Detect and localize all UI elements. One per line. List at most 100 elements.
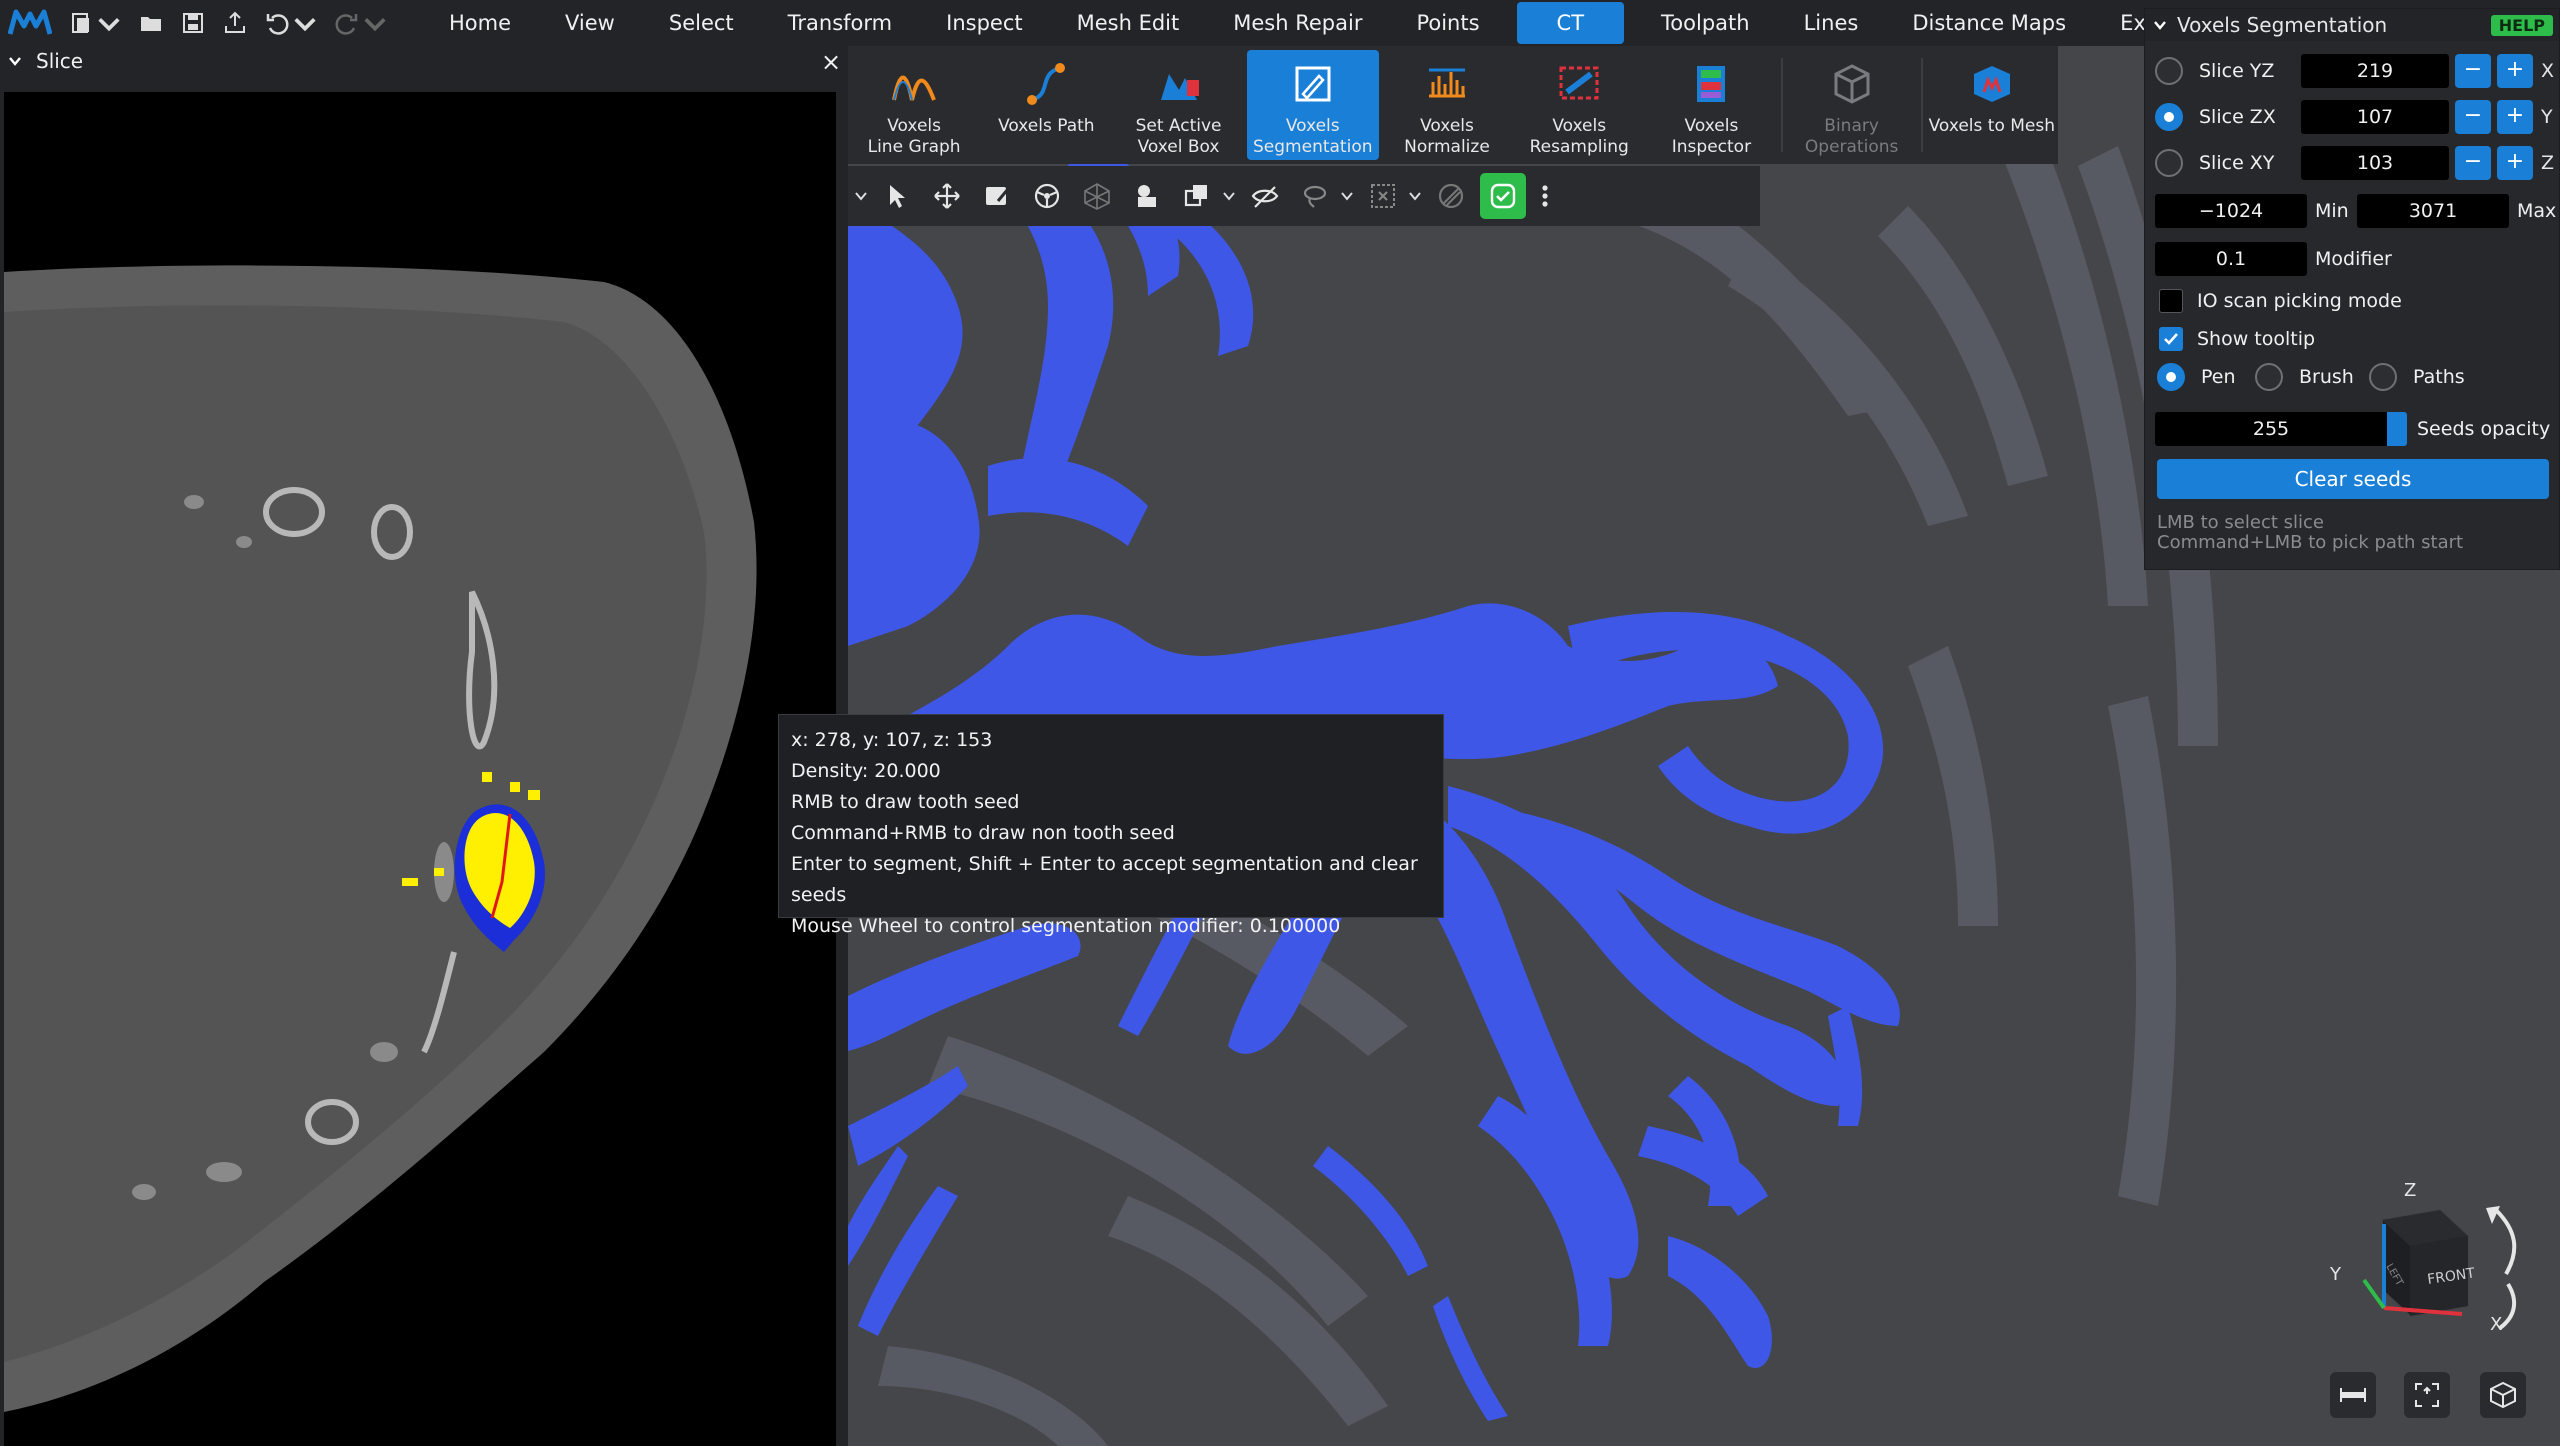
slice-xy-decrement[interactable]: − [2455,146,2491,180]
chevron-down-icon[interactable] [96,10,122,36]
slice-xy-label: Slice XY [2199,152,2275,174]
app-logo-icon[interactable] [0,0,60,46]
chevron-down-icon[interactable] [854,171,872,221]
slice-zx-decrement[interactable]: − [2455,100,2491,134]
ribbon-label: Voxels to Mesh [1928,116,2056,136]
accept-check-icon[interactable] [1480,173,1526,219]
more-options-icon[interactable] [1530,171,1560,221]
slice-yz-increment[interactable]: + [2497,54,2533,88]
slice-yz-decrement[interactable]: − [2455,54,2491,88]
menu-lines[interactable]: Lines [1777,0,1886,46]
modifier-label: Modifier [2315,248,2392,270]
slice-zx-increment[interactable]: + [2497,100,2533,134]
mesh-wireframe-icon[interactable] [1072,171,1122,221]
slice-zx-radio[interactable] [2155,103,2183,131]
menu-points[interactable]: Points [1389,0,1506,46]
menu-transform[interactable]: Transform [761,0,919,46]
menu-mesh-edit[interactable]: Mesh Edit [1050,0,1207,46]
undo-icon[interactable] [256,0,326,46]
max-input[interactable]: 3071 [2357,194,2509,228]
binary-operations-button[interactable]: Binary Operations [1786,46,1918,164]
ribbon-label: Resampling [1529,137,1629,157]
slice-yz-value[interactable]: 219 [2301,54,2449,88]
menu-toolpath[interactable]: Toolpath [1634,0,1777,46]
chevron-down-icon[interactable] [362,10,388,36]
voxels-to-mesh-icon [1973,66,2010,102]
voxels-path-button[interactable]: Voxels Path [980,46,1112,164]
export-icon[interactable] [214,0,256,46]
set-active-voxel-box-icon [1160,74,1199,100]
seeds-opacity-row: 255 Seeds opacity [2145,409,2560,449]
seeds-opacity-slider[interactable]: 255 [2155,412,2387,446]
io-scan-checkbox[interactable] [2159,289,2183,313]
io-scan-row: IO scan picking mode [2145,281,2560,321]
collapse-chevron-icon[interactable] [2153,18,2167,32]
paths-radio[interactable] [2369,363,2397,391]
clear-seeds-button[interactable]: Clear seeds [2157,459,2549,499]
menu-distance-maps[interactable]: Distance Maps [1885,0,2093,46]
binary-operations-icon [1834,64,1870,104]
menu-ct[interactable]: CT [1516,2,1625,44]
select-arrow-icon[interactable] [872,171,922,221]
edit-selection-icon[interactable] [972,171,1022,221]
voxels-resampling-icon [1559,66,1599,100]
voxels-line-graph-button[interactable]: Voxels Line Graph [848,46,980,164]
brush-radio[interactable] [2255,363,2283,391]
slice-yz-row: Slice YZ 219 − + X [2145,51,2560,91]
chevron-down-icon[interactable] [1408,171,1426,221]
move-icon[interactable] [922,171,972,221]
close-icon[interactable]: × [818,48,844,76]
fit-view-icon[interactable] [2404,1372,2450,1418]
collapse-chevron-icon[interactable] [8,54,22,68]
voxels-to-mesh-button[interactable]: Voxels to Mesh [1926,46,2058,164]
modifier-input[interactable]: 0.1 [2155,242,2307,276]
pen-radio[interactable] [2157,363,2185,391]
pen-label: Pen [2201,366,2236,388]
view-cube[interactable]: FRONT LEFT Z Y X [2320,1180,2540,1340]
view-cube-graphic: FRONT LEFT Z Y X [2329,1180,2517,1335]
measure-icon[interactable] [2330,1372,2376,1418]
voxels-inspector-button[interactable]: Voxels Inspector [1645,46,1777,164]
voxels-segmentation-icon [1295,66,1331,102]
ct-ribbon: Voxels Line Graph Voxels Path Set Active… [848,46,2058,164]
ribbon-label: Normalize [1404,137,1490,157]
ct-slice-image [4,265,757,1413]
redo-icon[interactable] [326,0,396,46]
chevron-down-icon[interactable] [1340,171,1358,221]
min-input[interactable]: −1024 [2155,194,2307,228]
no-backfaces-icon[interactable] [1426,171,1476,221]
chevron-down-icon[interactable] [292,10,318,36]
seeds-opacity-handle[interactable] [2387,412,2407,446]
lasso-icon[interactable] [1290,171,1340,221]
steering-wheel-icon[interactable] [1022,171,1072,221]
ribbon-label: Voxels [887,116,941,136]
voxels-resampling-button[interactable]: Voxels Resampling [1513,46,1645,164]
menu-inspect[interactable]: Inspect [919,0,1049,46]
ct-slice-view[interactable] [4,92,836,1446]
menu-home[interactable]: Home [422,0,538,46]
perspective-cube-icon[interactable] [2480,1372,2526,1418]
slice-xy-radio[interactable] [2155,149,2183,177]
help-button[interactable]: HELP [2490,15,2553,36]
duplicate-icon[interactable] [1172,171,1222,221]
menu-select[interactable]: Select [642,0,761,46]
voxels-inspector-icon [1697,66,1726,102]
slice-yz-radio[interactable] [2155,57,2183,85]
slice-xy-value[interactable]: 103 [2301,146,2449,180]
slice-zx-value[interactable]: 107 [2301,100,2449,134]
set-active-voxel-box-button[interactable]: Set Active Voxel Box [1112,46,1244,164]
show-tooltip-checkbox[interactable] [2159,327,2183,351]
save-icon[interactable] [172,0,214,46]
new-file-icon[interactable] [60,0,130,46]
hide-icon[interactable] [1240,171,1290,221]
menu-view[interactable]: View [538,0,642,46]
box-select-icon[interactable] [1358,171,1408,221]
voxels-segmentation-button[interactable]: Voxels Segmentation [1246,50,1379,160]
voxels-segmentation-panel: Voxels Segmentation HELP Slice YZ 219 − … [2144,8,2560,570]
object-shapes-icon[interactable] [1122,171,1172,221]
voxels-normalize-button[interactable]: Voxels Normalize [1381,46,1513,164]
open-folder-icon[interactable] [130,0,172,46]
menu-mesh-repair[interactable]: Mesh Repair [1206,0,1389,46]
slice-xy-increment[interactable]: + [2497,146,2533,180]
chevron-down-icon[interactable] [1222,171,1240,221]
